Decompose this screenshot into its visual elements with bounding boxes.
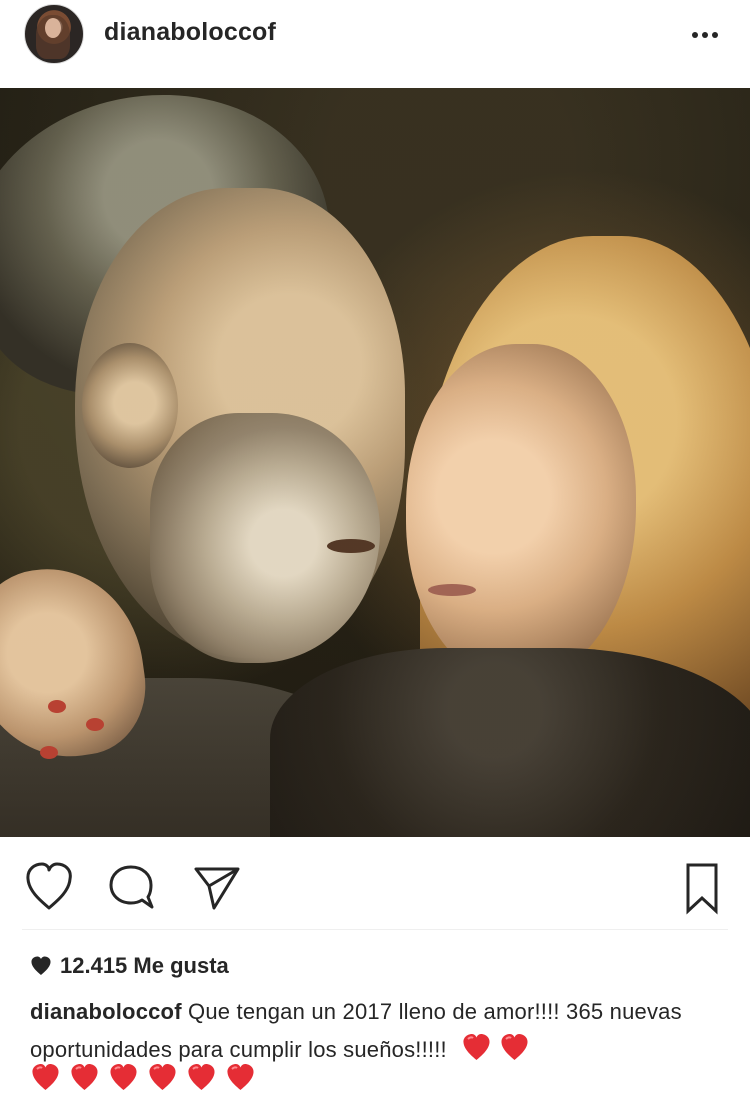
save-button[interactable] <box>676 860 728 916</box>
action-divider <box>22 929 728 930</box>
likes-count: 12.415 Me gusta <box>60 953 229 979</box>
like-button[interactable] <box>22 861 76 913</box>
red-heart-icon <box>149 1064 176 1090</box>
post-header: dianaboloccof <box>0 0 750 88</box>
more-icon <box>712 32 718 38</box>
post-photo[interactable] <box>0 88 750 837</box>
likes-row[interactable]: 12.415 Me gusta <box>30 952 229 980</box>
photo-warm-filter <box>0 88 750 837</box>
comment-button[interactable] <box>105 861 159 913</box>
red-heart-icon <box>463 1034 490 1060</box>
bookmark-icon <box>686 863 718 915</box>
red-heart-icon <box>501 1034 528 1060</box>
likes-number: 12.415 <box>60 953 128 978</box>
profile-avatar[interactable] <box>24 4 84 64</box>
more-options-button[interactable] <box>684 18 728 50</box>
red-heart-icon <box>227 1064 254 1090</box>
post-caption: dianaboloccof Que tengan un 2017 lleno d… <box>30 993 720 1069</box>
caption-emoji-row <box>30 1062 256 1093</box>
red-heart-icon <box>32 1064 59 1090</box>
avatar-face <box>45 18 61 38</box>
comment-icon <box>109 865 154 909</box>
caption-username[interactable]: dianaboloccof <box>30 999 182 1024</box>
post-actions <box>0 837 750 929</box>
heart-icon <box>26 862 72 910</box>
caption-inline-hearts <box>461 1032 530 1063</box>
more-icon <box>702 32 708 38</box>
share-icon <box>194 867 240 910</box>
red-heart-icon <box>188 1064 215 1090</box>
red-heart-icon <box>71 1064 98 1090</box>
more-icon <box>692 32 698 38</box>
red-heart-icon <box>110 1064 137 1090</box>
share-button[interactable] <box>189 861 243 913</box>
likes-label: Me gusta <box>133 953 229 978</box>
username-link[interactable]: dianaboloccof <box>104 18 276 47</box>
heart-icon <box>31 956 51 975</box>
